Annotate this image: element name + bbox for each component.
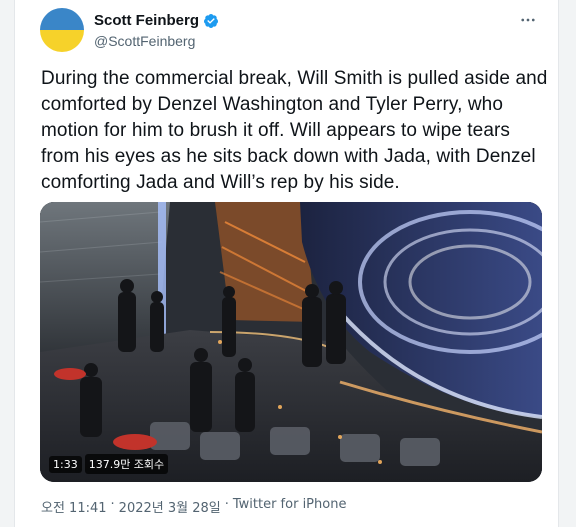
- video-duration: 1:33: [49, 455, 82, 473]
- video-view-count: 137.9만 조회수: [84, 454, 169, 474]
- video-frame: [40, 202, 542, 482]
- tweet-text: During the commercial break, Will Smith …: [41, 68, 548, 193]
- author-display-name[interactable]: Scott Feinberg: [94, 12, 199, 29]
- avatar[interactable]: [40, 8, 84, 52]
- video-player[interactable]: 1:33 137.9만 조회수: [40, 202, 542, 482]
- tweet-time[interactable]: 오전 11:41: [41, 497, 107, 516]
- meta-separator: ·: [110, 497, 115, 512]
- more-options-icon[interactable]: [516, 8, 540, 32]
- video-badge: 1:33 137.9만 조회수: [49, 454, 169, 474]
- tweet-date[interactable]: 2022년 3월 28일: [119, 497, 221, 516]
- tweet-meta: 오전 11:41 · 2022년 3월 28일 · Twitter for iP…: [41, 497, 346, 516]
- verified-badge-icon: [203, 13, 219, 29]
- tweet-card: Scott Feinberg @ScottFeinberg During the…: [14, 0, 559, 527]
- meta-separator-2: ·: [224, 497, 229, 512]
- avatar-flag-blue: [40, 8, 84, 30]
- author-handle[interactable]: @ScottFeinberg: [94, 33, 195, 49]
- avatar-flag-yellow: [40, 30, 84, 52]
- author-name-row[interactable]: Scott Feinberg: [94, 12, 219, 29]
- tweet-source[interactable]: Twitter for iPhone: [233, 497, 347, 516]
